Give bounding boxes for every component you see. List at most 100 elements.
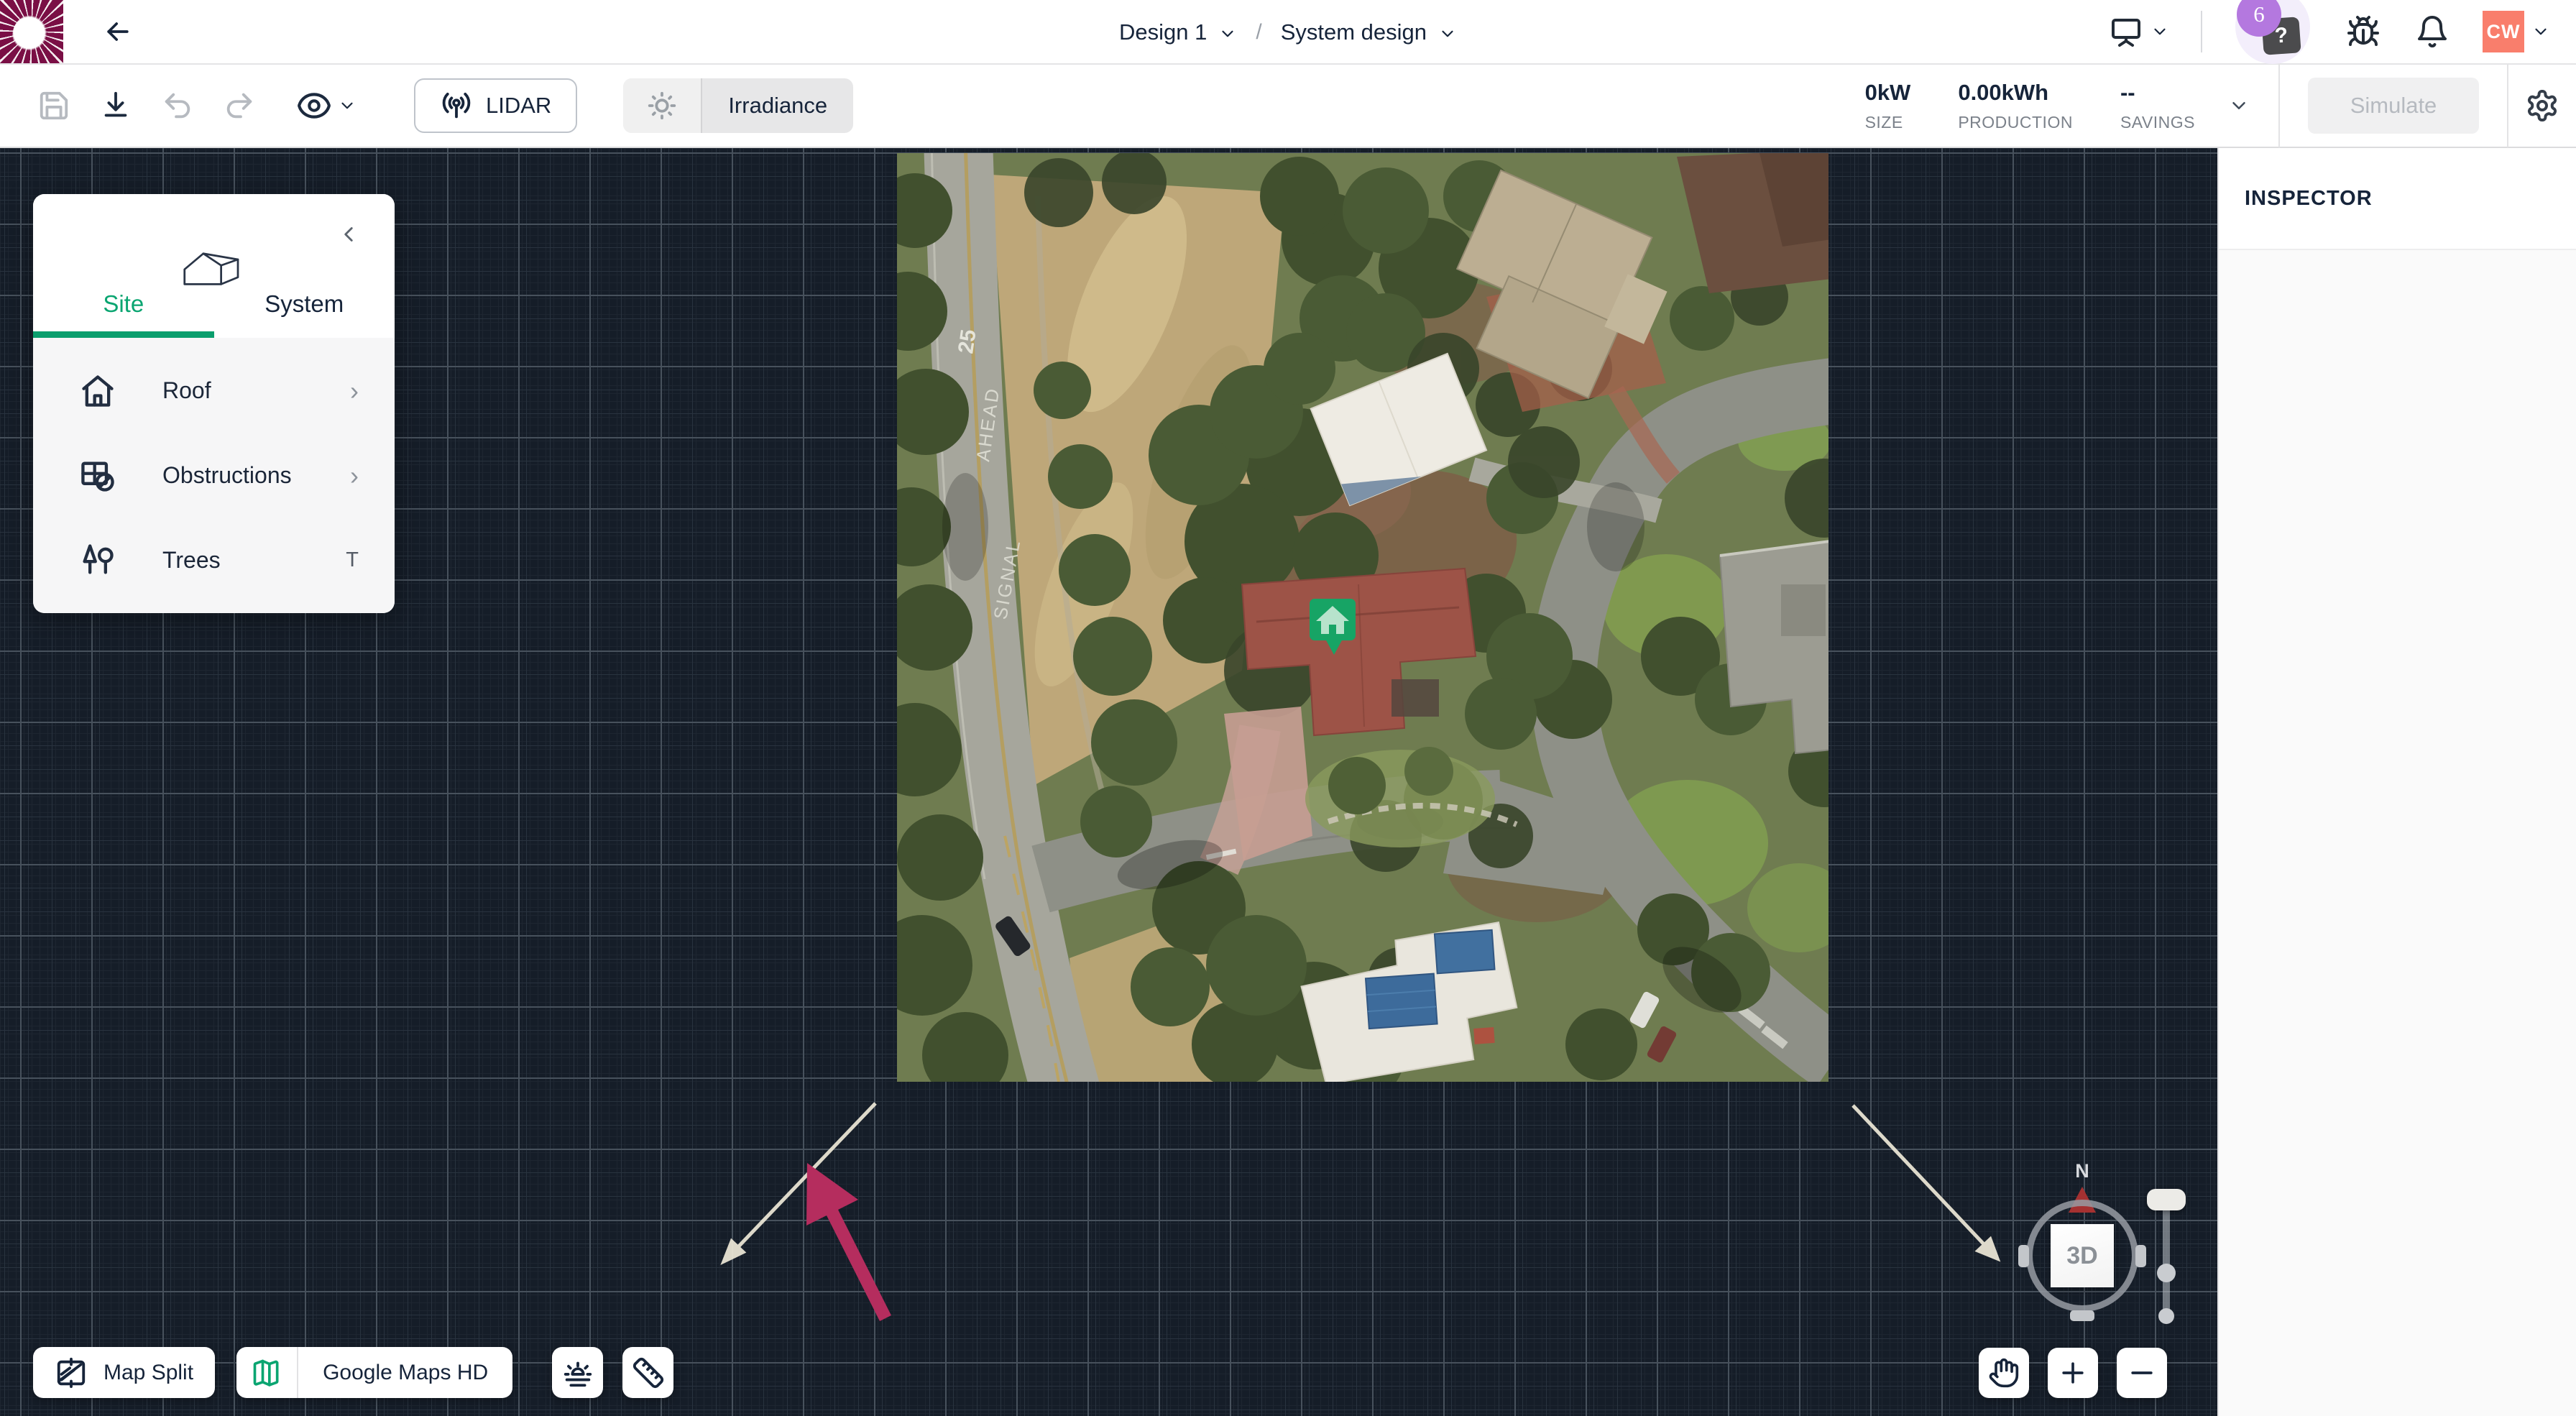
- irradiance-toggle[interactable]: Irradiance: [623, 78, 853, 133]
- compass-widget: N 3D: [2014, 1160, 2150, 1325]
- folded-map-icon: [236, 1347, 298, 1398]
- eye-icon: [296, 88, 332, 124]
- topbar-actions: ? 6 CW: [2107, 0, 2576, 63]
- aerial-satellite-image[interactable]: 25 AHEAD SIGNAL: [897, 153, 1828, 1082]
- breadcrumb: Design 1 / System design: [1119, 0, 1457, 65]
- panel-item-obstructions[interactable]: Obstructions ›: [33, 437, 395, 515]
- breadcrumb-page-label: System design: [1281, 19, 1427, 45]
- breadcrumb-separator: /: [1256, 20, 1261, 45]
- compass-handle-west[interactable]: [2018, 1245, 2029, 1267]
- white-arrow-right: [1978, 1239, 1997, 1259]
- map-split-icon: [55, 1356, 88, 1389]
- user-avatar: CW: [2483, 11, 2524, 52]
- panel-collapse-button[interactable]: [334, 220, 363, 249]
- chevron-left-icon: [336, 222, 361, 247]
- tilt-slider-knob[interactable]: [2147, 1189, 2186, 1210]
- topbar-divider: [2201, 11, 2202, 52]
- top-bar: Design 1 / System design ? 6: [0, 0, 2576, 65]
- present-menu[interactable]: [2107, 13, 2169, 50]
- help-widget[interactable]: ? 6: [2234, 0, 2313, 64]
- stats-expand-chevron[interactable]: [2228, 95, 2250, 116]
- north-label: N: [2075, 1160, 2089, 1182]
- save-button[interactable]: [36, 88, 72, 124]
- minus-icon: [2126, 1357, 2158, 1389]
- compass-handle-east[interactable]: [2135, 1245, 2146, 1267]
- system-stats: 0kW SIZE 0.00kWh PRODUCTION -- SAVINGS: [1865, 80, 2228, 132]
- bug-report-icon[interactable]: [2345, 13, 2382, 50]
- undo-button[interactable]: [160, 88, 196, 124]
- zoom-controls: [1979, 1348, 2167, 1398]
- pan-hand-button[interactable]: [1979, 1348, 2029, 1398]
- sunrise-icon: [561, 1356, 594, 1389]
- notifications-bell-icon[interactable]: [2414, 13, 2451, 50]
- presentation-icon: [2107, 13, 2145, 50]
- user-menu[interactable]: CW: [2483, 11, 2550, 52]
- tilt-slider-end-dot: [2158, 1308, 2174, 1324]
- tab-site[interactable]: Site: [33, 290, 214, 338]
- simulate-button[interactable]: Simulate: [2308, 78, 2479, 134]
- chevron-right-icon: ›: [350, 376, 359, 406]
- zoom-in-button[interactable]: [2048, 1348, 2098, 1398]
- map-split-label: Map Split: [104, 1361, 193, 1385]
- breadcrumb-page[interactable]: System design: [1281, 19, 1457, 45]
- panel-item-roof[interactable]: Roof ›: [33, 352, 395, 430]
- app-root: Design 1 / System design ? 6: [0, 0, 2576, 1416]
- tilt-slider-track[interactable]: [2163, 1203, 2170, 1318]
- panel-item-trees[interactable]: Trees T: [33, 521, 395, 599]
- irradiance-label: Irradiance: [702, 78, 853, 133]
- back-button[interactable]: [98, 12, 138, 52]
- chevron-right-icon: ›: [350, 461, 359, 491]
- stat-savings-label: SAVINGS: [2120, 113, 2195, 132]
- north-needle-icon: [2069, 1187, 2096, 1213]
- crimson-arrow-annotation: [806, 1163, 891, 1321]
- hand-icon: [1988, 1357, 2020, 1389]
- tilt-slider: [2148, 1189, 2185, 1333]
- stat-savings-value: --: [2120, 80, 2195, 106]
- panel-tabs: Site System: [33, 290, 395, 338]
- google-maps-hd-button[interactable]: Google Maps HD: [236, 1347, 512, 1398]
- zoom-out-button[interactable]: [2117, 1348, 2167, 1398]
- design-toolbar: LIDAR Irradiance 0kW SIZE 0.00kWh PRODUC…: [0, 65, 2576, 148]
- settings-gear-icon[interactable]: [2524, 88, 2560, 124]
- app-logo[interactable]: [0, 0, 63, 63]
- design-canvas[interactable]: 25 AHEAD SIGNAL: [0, 148, 2217, 1416]
- google-maps-hd-label: Google Maps HD: [298, 1361, 512, 1385]
- stat-size-label: SIZE: [1865, 113, 1911, 132]
- chevron-down-icon: [2150, 22, 2169, 41]
- map-split-button[interactable]: Map Split: [33, 1347, 215, 1398]
- ruler-icon: [632, 1356, 665, 1389]
- tab-system[interactable]: System: [214, 290, 395, 338]
- chevron-down-icon: [2531, 22, 2550, 41]
- shadow-simulation-button[interactable]: [552, 1347, 603, 1398]
- compass-handle-south[interactable]: [2070, 1310, 2094, 1321]
- tilt-slider-mid-handle[interactable]: [2157, 1264, 2176, 1282]
- stat-size: 0kW SIZE: [1865, 80, 1911, 132]
- toolbar-right: 0kW SIZE 0.00kWh PRODUCTION -- SAVINGS S…: [1865, 65, 2576, 147]
- shortcut-key-label: T: [346, 548, 359, 572]
- inspector-title: INSPECTOR: [2245, 187, 2373, 211]
- toggle-3d-button[interactable]: 3D: [2051, 1224, 2114, 1287]
- breadcrumb-design-label: Design 1: [1119, 19, 1207, 45]
- site-system-panel: Site System Roof: [33, 194, 395, 613]
- measure-ruler-button[interactable]: [622, 1347, 673, 1398]
- export-button[interactable]: [98, 88, 134, 124]
- lidar-label: LIDAR: [486, 93, 551, 119]
- obstructions-icon: [79, 457, 116, 495]
- inspector-panel: INSPECTOR: [2217, 148, 2576, 1416]
- arrow-left-icon: [102, 16, 134, 47]
- undo-icon: [161, 89, 194, 122]
- toolbar-left: LIDAR Irradiance: [0, 78, 853, 133]
- stat-production-label: PRODUCTION: [1958, 113, 2073, 132]
- chevron-down-icon: [338, 96, 356, 115]
- stat-production: 0.00kWh PRODUCTION: [1958, 80, 2073, 132]
- lidar-button[interactable]: LIDAR: [414, 78, 577, 133]
- redo-button[interactable]: [221, 88, 257, 124]
- save-icon: [37, 89, 70, 122]
- chevron-down-icon: [1218, 23, 1237, 42]
- home-icon: [79, 372, 116, 410]
- stat-savings: -- SAVINGS: [2120, 80, 2195, 132]
- road-marking-25: 25: [954, 328, 980, 355]
- breadcrumb-design[interactable]: Design 1: [1119, 19, 1237, 45]
- stat-production-value: 0.00kWh: [1958, 80, 2073, 106]
- visibility-menu[interactable]: [296, 88, 356, 124]
